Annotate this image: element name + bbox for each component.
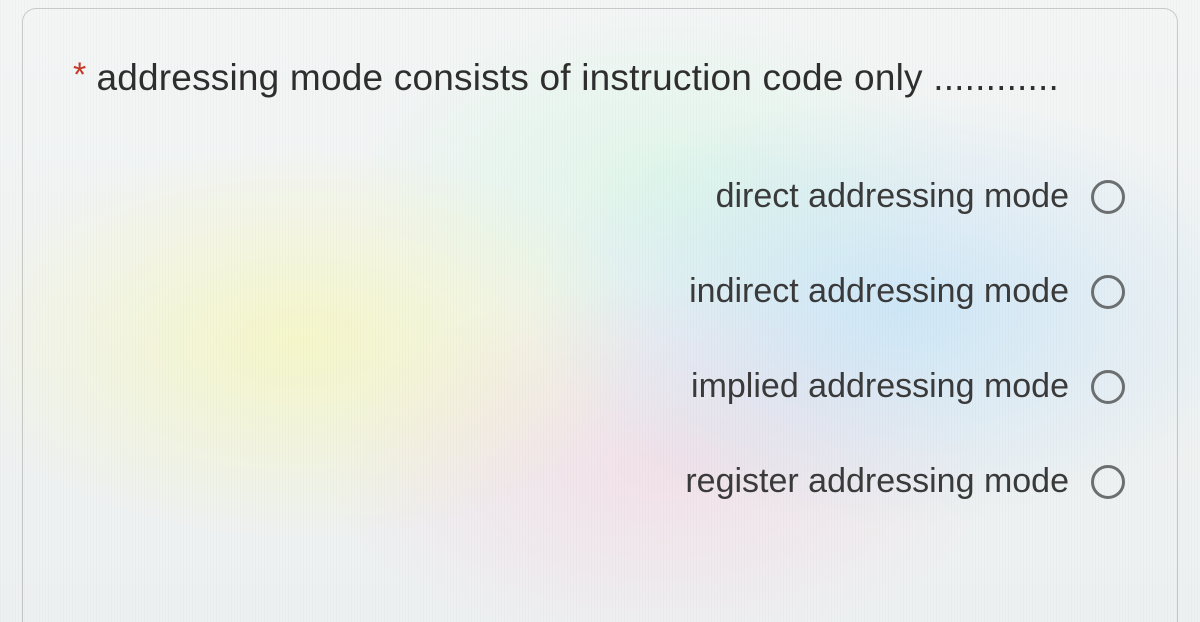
option-indirect-addressing-mode[interactable]: indirect addressing mode — [689, 272, 1125, 311]
required-asterisk-icon: * — [73, 58, 86, 92]
radio-unchecked-icon[interactable] — [1091, 370, 1125, 404]
radio-unchecked-icon[interactable] — [1091, 180, 1125, 214]
option-register-addressing-mode[interactable]: register addressing mode — [685, 462, 1125, 501]
question-text: addressing mode consists of instruction … — [96, 57, 1059, 99]
option-label: implied addressing mode — [691, 367, 1069, 406]
options-group: direct addressing mode indirect addressi… — [73, 177, 1127, 501]
question-card: * addressing mode consists of instructio… — [22, 8, 1178, 622]
radio-unchecked-icon[interactable] — [1091, 465, 1125, 499]
option-implied-addressing-mode[interactable]: implied addressing mode — [691, 367, 1125, 406]
radio-unchecked-icon[interactable] — [1091, 275, 1125, 309]
question-line: * addressing mode consists of instructio… — [73, 57, 1127, 99]
screen-background: * addressing mode consists of instructio… — [0, 0, 1200, 622]
option-direct-addressing-mode[interactable]: direct addressing mode — [716, 177, 1125, 216]
option-label: register addressing mode — [685, 462, 1069, 501]
option-label: indirect addressing mode — [689, 272, 1069, 311]
option-label: direct addressing mode — [716, 177, 1069, 216]
